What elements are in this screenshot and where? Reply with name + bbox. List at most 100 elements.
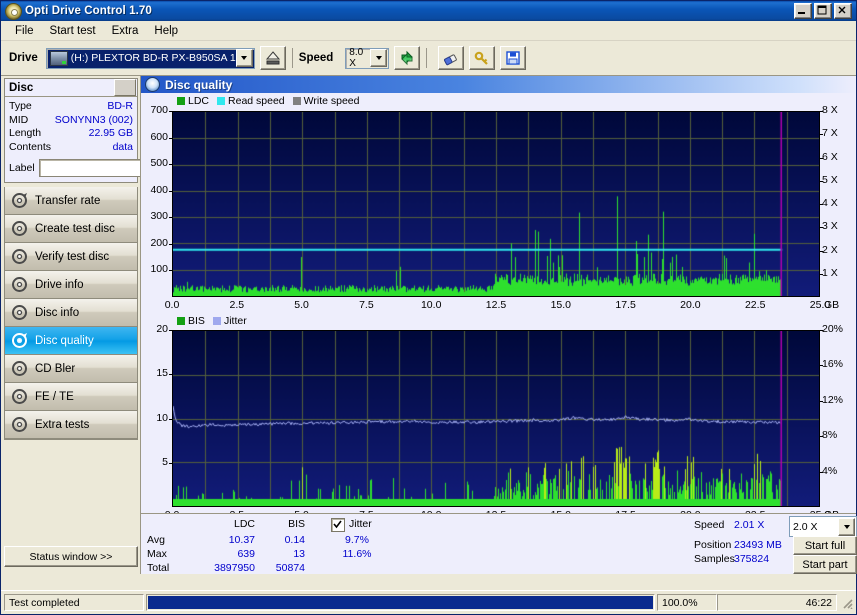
speed-select-value: 8.0 X: [349, 47, 364, 69]
page-title: Disc quality: [165, 77, 233, 92]
chart-bottom-plot[interactable]: [172, 330, 820, 507]
refresh-button[interactable]: [394, 46, 421, 70]
chart-y2-tick: 8 X: [822, 104, 838, 116]
resize-grip[interactable]: [840, 596, 853, 610]
disc-icon: [11, 248, 28, 265]
drive-select-chevron-down-icon[interactable]: [235, 49, 253, 67]
sidebar-item-disc-quality[interactable]: Disc quality: [5, 327, 137, 355]
chart-y-tickmark: [169, 330, 172, 331]
drive-label: Drive: [9, 52, 38, 64]
eject-icon: [265, 51, 280, 65]
stats-row-max-label: Max: [147, 548, 167, 560]
window-controls: [794, 3, 854, 19]
disc-row-mid-value: SONYNN3 (002): [54, 113, 133, 126]
disc-icon: [11, 304, 28, 321]
sidebar-item-label: Extra tests: [35, 418, 90, 431]
speed-select-chevron-down-icon[interactable]: [370, 49, 388, 67]
sidebar-item-drive-info[interactable]: Drive info: [5, 271, 137, 299]
stats-total-ldc: 3897950: [214, 562, 255, 574]
chart-y-tickmark: [169, 137, 172, 139]
stats-max-bis: 13: [293, 548, 305, 560]
sidebar-item-fe-te[interactable]: FE / TE: [5, 383, 137, 411]
disc-row-contents-value: data: [112, 140, 133, 153]
chart-y-tick: 5: [162, 455, 168, 468]
save-button[interactable]: [500, 46, 527, 70]
chart-y2-tick: 8%: [822, 429, 838, 442]
status-window-button[interactable]: Status window >>: [4, 546, 138, 567]
status-message: Test completed: [4, 594, 144, 611]
chart-x-tick: 22.5: [744, 299, 766, 311]
disc-row-type: Type BD-R: [9, 100, 133, 114]
test-speed-select[interactable]: 2.0 X: [789, 516, 857, 537]
chart-y-tickmark: [169, 190, 172, 192]
sidebar-item-create-test-disc[interactable]: Create test disc: [5, 215, 137, 243]
position-value: 23493 MB: [734, 539, 782, 551]
disc-icon: [11, 192, 28, 209]
chart-y2-tickmark: [820, 134, 823, 136]
test-speed-select-value: 2.0 X: [793, 520, 818, 533]
chart-y-tick: 10: [156, 411, 168, 424]
chart-y2-tickmark: [820, 436, 823, 438]
key-button[interactable]: [469, 46, 496, 70]
chart-y2-tick: 7 X: [822, 127, 838, 140]
eject-button[interactable]: [259, 46, 286, 70]
content-panel: Disc quality LDC Read speed Write speed: [140, 76, 857, 574]
close-button[interactable]: [834, 3, 852, 19]
sidebar-item-extra-tests[interactable]: Extra tests: [5, 411, 137, 439]
disc-label-key: Label: [9, 161, 35, 174]
chart-x-tick: 5.0: [294, 299, 309, 311]
menu-item-file[interactable]: File: [7, 23, 42, 39]
progress-bar-fill: [148, 596, 653, 609]
chart-y2-tickmark: [820, 273, 823, 275]
minimize-button[interactable]: [794, 3, 812, 19]
chart-x-tick: 10.0: [420, 299, 442, 311]
sidebar-item-label: FE / TE: [35, 390, 74, 403]
toolbar-divider-1: [291, 48, 293, 68]
position-label: Position: [694, 539, 732, 551]
save-icon: [506, 51, 520, 65]
menu-item-extra[interactable]: Extra: [104, 23, 147, 39]
chart-x-unit: GB: [824, 299, 840, 311]
start-part-button[interactable]: Start part: [793, 555, 857, 574]
disc-panel-button[interactable]: [114, 79, 136, 96]
legend-label-read-speed: Read speed: [228, 95, 285, 107]
chart-y2-tick: 16%: [822, 358, 844, 371]
chart-top-plot[interactable]: [172, 111, 820, 297]
stats-row-total-label: Total: [147, 562, 170, 574]
main-area: Disc Type BD-R MID SONYNN3 (002) Length …: [1, 76, 857, 574]
sidebar-item-transfer-rate[interactable]: Transfer rate: [5, 187, 137, 215]
stats-header-bis: BIS: [288, 518, 305, 530]
jitter-checkbox[interactable]: [331, 518, 345, 532]
chart-y2-tick: 2 X: [822, 243, 838, 256]
drive-icon: [49, 50, 68, 66]
disc-icon: [11, 332, 28, 349]
chart-y2-tickmark: [820, 471, 823, 473]
chart-y-tick: 20: [156, 323, 168, 335]
start-full-button[interactable]: Start full: [793, 536, 857, 555]
nav-list: Transfer rate Create test disc Verify te…: [4, 187, 138, 440]
eraser-button[interactable]: [438, 46, 465, 70]
speed-select[interactable]: 8.0 X: [345, 47, 390, 69]
sidebar-item-cd-bler[interactable]: CD Bler: [5, 355, 137, 383]
chart-top[interactable]: 100 200 300 400 500 600 700 1 X 2 X 3 X 4 X 5 X 6 X…: [141, 104, 856, 319]
disc-info-rows: Type BD-R MID SONYNN3 (002) Length 22.95…: [5, 97, 243, 182]
drive-select[interactable]: (H:) PLEXTOR BD-R PX-B950SA 1.04: [45, 47, 255, 69]
sidebar-item-verify-test-disc[interactable]: Verify test disc: [5, 243, 137, 271]
speed-label: Speed: [298, 52, 334, 64]
test-speed-chevron-down-icon[interactable]: [838, 517, 855, 536]
sidebar-item-disc-info[interactable]: Disc info: [5, 299, 137, 327]
stats-max-ldc: 639: [237, 548, 255, 560]
disc-icon: [11, 388, 28, 405]
toolbar-divider-2: [426, 48, 428, 68]
chart-bottom[interactable]: 5101520 4%8%12%16%20% 0.02.55.07.510.012…: [141, 323, 856, 532]
chart-y-tickmark: [169, 111, 172, 112]
chart-y2-tick: 6 X: [822, 150, 838, 163]
maximize-button[interactable]: [814, 3, 832, 19]
stats-total-bis: 50874: [275, 562, 305, 574]
disc-icon: [11, 416, 28, 433]
chart-y-tick: 15: [156, 367, 168, 380]
menu-item-start-test[interactable]: Start test: [42, 23, 104, 39]
sidebar-item-label: Disc info: [35, 306, 80, 319]
menu-item-help[interactable]: Help: [146, 23, 186, 39]
stats-header-ldc: LDC: [233, 518, 255, 530]
